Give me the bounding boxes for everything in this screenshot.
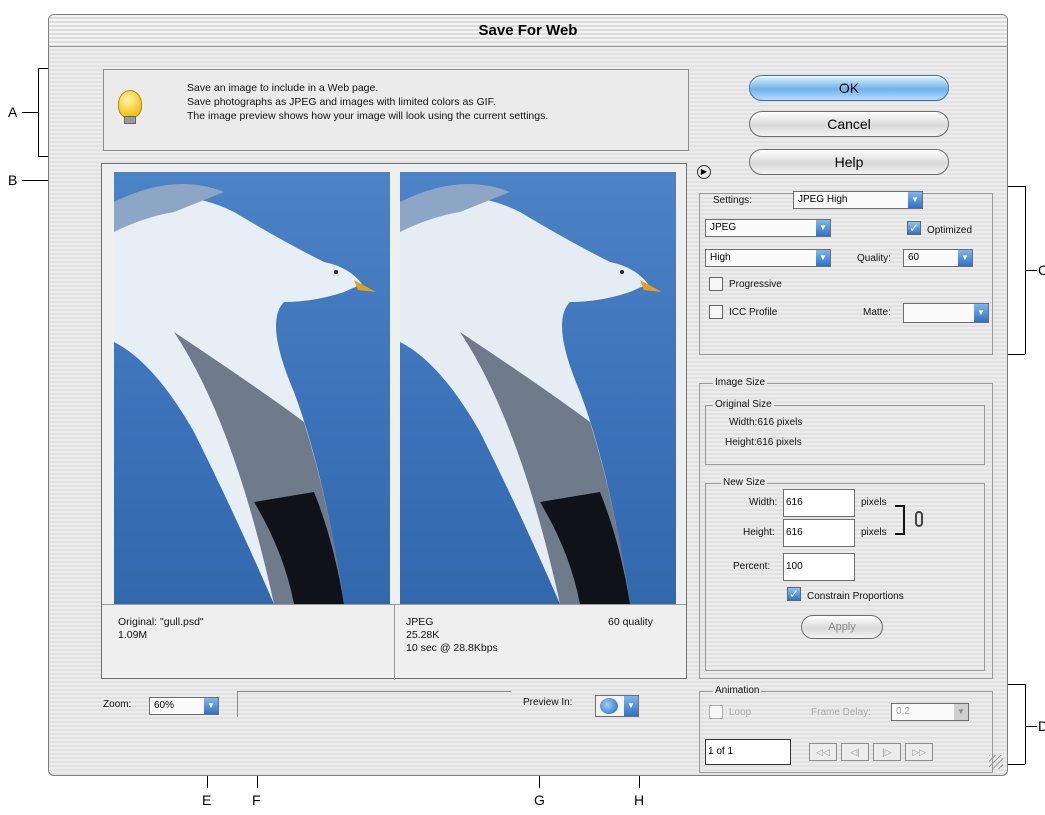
optimized-checkbox[interactable]: ✓ [907,221,921,235]
original-size-title: Original Size [713,399,774,410]
progressive-checkbox[interactable] [709,277,723,291]
info-line-1: Save an image to include in a Web page. [187,82,379,94]
matte-select[interactable]: ▼ [903,303,989,323]
resize-grip-icon[interactable] [989,755,1003,769]
chain-link-icon [915,511,923,527]
quality-label: Quality: [857,253,891,264]
optimized-caption: JPEG 25.28K 10 sec @ 28.8Kbps [406,616,498,655]
matte-label: Matte: [863,307,891,318]
original-width: Width:616 pixels [729,417,803,428]
callout-c: C [1038,262,1045,278]
height-input[interactable]: 616 [783,519,855,547]
status-field [237,691,511,717]
chevron-down-icon: ▼ [954,704,968,720]
chevron-down-icon: ▼ [624,696,638,716]
browser-icon [600,698,618,714]
original-height: Height:616 pixels [725,437,802,448]
optimized-quality: 60 quality [608,616,653,628]
preview-in-browser-button[interactable]: ▼ [595,695,639,717]
loop-label: Loop [729,707,752,718]
chevron-down-icon: ▼ [908,192,922,208]
cancel-button[interactable]: Cancel [749,111,949,137]
callout-d: D [1038,718,1045,734]
info-line-2: Save photographs as JPEG and images with… [187,96,496,108]
animation-title: Animation [713,685,762,696]
info-line-3: The image preview shows how your image w… [187,110,549,122]
help-button[interactable]: Help [749,149,949,175]
optimized-download-time: 10 sec @ 28.8Kbps [406,642,498,654]
apply-button[interactable]: Apply [801,615,883,639]
optimized-label: Optimized [927,225,973,236]
next-frame-button[interactable]: |▷ [873,743,901,761]
callout-a: A [8,104,18,120]
optimized-file-size: 25.28K [406,629,440,641]
original-size-group [705,405,985,465]
percent-input[interactable]: 100 [783,553,855,581]
gull-image-jpeg [400,184,662,604]
link-bracket [895,505,905,535]
callout-a-bracket [38,68,39,156]
info-text: Save an image to include in a Web page. … [187,81,548,123]
icc-profile-label: ICC Profile [729,307,778,318]
constrain-proportions-label: Constrain Proportions [807,591,904,602]
width-label: Width: [749,497,778,508]
format-select[interactable]: JPEG ▼ [705,219,831,237]
window-title: Save For Web [49,15,1007,47]
chevron-down-icon: ▼ [974,304,988,322]
frame-count: 1 of 1 [705,739,791,765]
first-frame-button[interactable]: ◁◁ [809,743,837,761]
save-for-web-dialog: Save For Web Save an image to include in… [48,14,1008,776]
preview-in-label: Preview In: [523,697,573,708]
lightbulb-icon [118,90,142,118]
last-frame-button[interactable]: ▷▷ [905,743,933,761]
chevron-down-icon: ▼ [816,220,830,236]
new-size-title: New Size [721,477,768,488]
width-input[interactable]: 616 [783,489,855,517]
loop-checkbox[interactable] [709,705,723,719]
percent-label: Percent: [733,561,771,572]
original-filename: Original: "gull.psd" [118,616,204,628]
icc-profile-checkbox[interactable] [709,305,723,319]
quality-value-select[interactable]: 60 ▼ [903,249,973,267]
constrain-proportions-checkbox[interactable]: ✓ [787,587,801,601]
width-unit: pixels [861,497,887,508]
chevron-down-icon: ▼ [958,250,972,266]
original-file-size: 1.09M [118,629,148,641]
original-preview-image[interactable] [114,172,390,604]
gull-image [114,184,376,604]
settings-menu-icon[interactable]: ▶ [697,165,711,179]
settings-group [699,193,993,355]
height-unit: pixels [861,527,887,538]
callout-e: E [202,792,212,808]
chevron-down-icon: ▼ [816,250,830,266]
original-caption: Original: "gull.psd" 1.09M [118,616,204,642]
callout-d-bracket [1025,684,1026,764]
progressive-label: Progressive [729,279,782,290]
callout-g: G [534,792,545,808]
settings-label: Settings: [713,195,752,206]
callout-b: B [8,172,18,188]
zoom-select[interactable]: 60% ▼ [149,697,219,715]
image-size-title: Image Size [713,377,768,388]
preview-area: Original: "gull.psd" 1.09M JPEG 25.28K 1… [101,163,687,680]
optimized-format: JPEG [406,616,434,628]
callout-a-line [22,112,38,113]
zoom-label: Zoom: [103,699,132,710]
chevron-down-icon: ▼ [204,698,218,714]
settings-preset-select[interactable]: JPEG High ▼ [793,191,923,209]
height-label: Height: [743,527,775,538]
previous-frame-button[interactable]: ◁| [841,743,869,761]
frame-delay-label: Frame Delay: [811,707,872,718]
callout-f: F [252,792,261,808]
optimized-preview-image[interactable] [400,172,676,604]
frame-delay-select[interactable]: 0.2 ▼ [891,703,969,721]
ok-button[interactable]: OK [749,75,949,101]
quality-level-select[interactable]: High ▼ [705,249,831,267]
zoom-value: 60% [154,700,175,711]
callout-h: H [634,792,645,808]
